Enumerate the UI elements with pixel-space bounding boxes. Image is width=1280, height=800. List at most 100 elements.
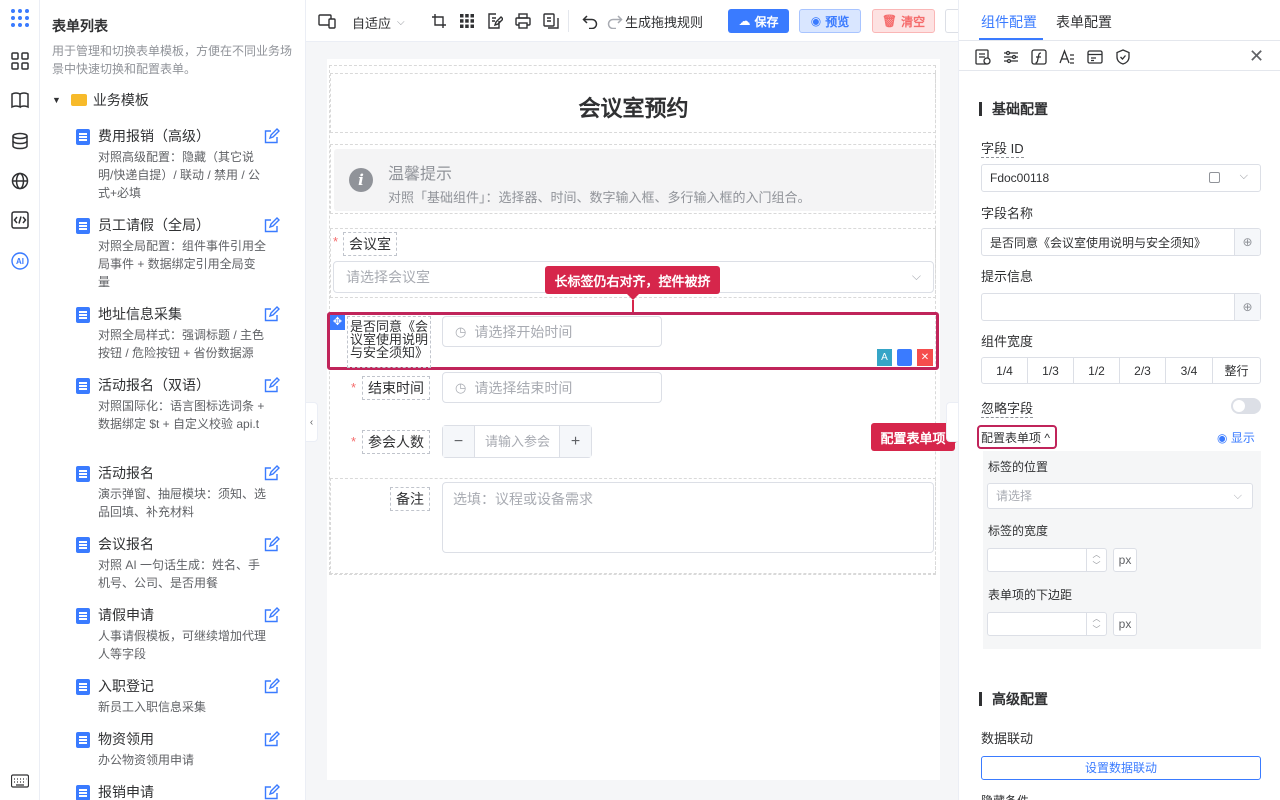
collapse-right-panel-button[interactable] — [946, 402, 958, 442]
function-icon[interactable] — [1031, 49, 1047, 65]
copy-icon[interactable] — [1209, 172, 1220, 183]
label-position-select[interactable]: 请选择 ⌵ — [987, 483, 1253, 509]
required-mark: * — [351, 380, 357, 395]
label-width-input[interactable]: ︿ ﹀ — [987, 548, 1107, 572]
edit-icon[interactable] — [264, 784, 280, 800]
undo-icon[interactable] — [581, 12, 599, 30]
template-item[interactable]: 报销申请 — [76, 782, 304, 800]
edit-icon[interactable] — [264, 306, 280, 322]
callout-line — [632, 300, 634, 312]
crop-icon[interactable] — [430, 12, 448, 30]
drag-move-icon[interactable]: ✥ — [330, 315, 345, 330]
components-icon[interactable] — [10, 51, 30, 71]
database-icon[interactable] — [10, 131, 30, 151]
form-item-toggle[interactable]: 配置表单项 ^ — [981, 429, 1050, 446]
trash-icon: 🗑 — [881, 14, 898, 28]
template-item[interactable]: 活动报名 演示弹窗、抽屉模块：须知、选品回填、补充材料 — [76, 463, 304, 523]
template-item[interactable]: 活动报名（双语） 对照国际化：语言图标选词条 + 数据绑定 $t + 自定义校验… — [76, 375, 304, 451]
more-button[interactable] — [945, 9, 958, 33]
count-placeholder: 请输入参会 — [485, 434, 551, 449]
template-item[interactable]: 地址信息采集 对照全局样式：强调标题 / 主色按钮 / 危险按钮 + 省份数据源 — [76, 304, 304, 364]
edit-icon[interactable] — [264, 536, 280, 552]
count-stepper[interactable]: − 请输入参会 + — [442, 425, 592, 458]
keyboard-icon[interactable] — [10, 771, 30, 791]
bottom-margin-unit: px — [1113, 612, 1137, 636]
width-option[interactable]: 1/3 — [1027, 357, 1074, 384]
preview-button[interactable]: ◉ 预览 — [799, 9, 861, 33]
json-icon[interactable] — [542, 12, 560, 30]
collapse-left-panel-button[interactable]: ‹ — [306, 402, 318, 442]
remark-textarea[interactable]: 选填：议程或设备需求 — [442, 482, 934, 553]
globe-icon[interactable] — [10, 171, 30, 191]
start-time-picker[interactable]: ◷ 请选择开始时间 — [442, 316, 662, 347]
template-item[interactable]: 费用报销（高级） 对照高级配置：隐藏（其它说明/快递自提）/ 联动 / 禁用 /… — [76, 126, 304, 202]
ignore-field-toggle[interactable] — [1231, 398, 1261, 414]
device-icon[interactable] — [318, 12, 336, 30]
chevron-down-icon: ⌵ — [911, 269, 921, 283]
generate-rules-button[interactable]: 生成拖拽规则 — [625, 12, 703, 31]
globe-icon[interactable]: ⊕ — [1234, 229, 1260, 255]
template-desc: 办公物资领用申请 — [98, 753, 195, 767]
clear-button[interactable]: 🗑 清空 — [872, 9, 935, 33]
spinner-icon[interactable]: ︿ ﹀ — [1086, 549, 1106, 571]
edit-icon[interactable] — [264, 128, 280, 144]
template-item[interactable]: 请假申请 人事请假模板，可继续增加代理人等字段 — [76, 605, 304, 665]
document-icon — [76, 307, 90, 323]
panel-description: 用于管理和切换表单模板，方便在不同业务场景中快速切换和配置表单。 — [52, 44, 293, 76]
tab-form-config[interactable]: 表单配置 — [1056, 12, 1112, 32]
increase-button[interactable]: + — [559, 426, 591, 457]
template-name: 活动报名 — [98, 465, 154, 481]
sliders-icon[interactable] — [1003, 49, 1019, 65]
tip-info-input[interactable]: ⊕ — [981, 293, 1261, 321]
show-toggle[interactable]: ◉ 显示 — [1217, 429, 1255, 446]
end-time-picker[interactable]: ◷ 请选择结束时间 — [442, 372, 662, 403]
grid-icon[interactable] — [458, 12, 476, 30]
print-icon[interactable] — [514, 12, 532, 30]
redo-icon[interactable] — [606, 12, 624, 30]
decrease-button[interactable]: − — [443, 426, 475, 457]
edit-icon[interactable] — [264, 678, 280, 694]
bottom-margin-input[interactable]: ︿ ﹀ — [987, 612, 1107, 636]
panel-title: 表单列表 — [52, 18, 108, 34]
delete-icon[interactable]: ✕ — [917, 349, 933, 366]
document-icon — [76, 466, 90, 482]
width-option[interactable]: 1/4 — [981, 357, 1028, 384]
field-name-input[interactable]: 是否同意《会议室使用说明与安全须知》 ⊕ — [981, 228, 1261, 256]
close-icon[interactable]: ✕ — [1249, 46, 1264, 67]
spinner-icon[interactable]: ︿ ﹀ — [1086, 613, 1106, 635]
app-grid-icon[interactable] — [10, 8, 30, 28]
width-option[interactable]: 1/2 — [1073, 357, 1120, 384]
template-item[interactable]: 入职登记 新员工入职信息采集 — [76, 676, 304, 718]
ai-field-icon[interactable]: A — [877, 349, 892, 366]
width-option[interactable]: 整行 — [1212, 357, 1261, 384]
edit-icon[interactable] — [264, 465, 280, 481]
edit-icon[interactable] — [264, 217, 280, 233]
shield-icon[interactable] — [1115, 49, 1131, 65]
edit-icon[interactable] — [264, 731, 280, 747]
edit-doc-icon[interactable] — [486, 12, 504, 30]
template-item[interactable]: 员工请假（全局） 对照全局配置：组件事件引用全局事件 + 数据绑定引用全局变量 — [76, 215, 304, 291]
set-data-linkage-button[interactable]: 设置数据联动 — [981, 756, 1261, 780]
globe-icon[interactable]: ⊕ — [1234, 294, 1260, 320]
form-props-icon[interactable] — [975, 49, 991, 65]
eye-icon: ◉ — [1217, 431, 1228, 445]
edit-icon[interactable] — [264, 607, 280, 623]
toolbar-divider — [568, 10, 569, 32]
layout-select[interactable]: 自适应 ⌵ — [352, 13, 405, 32]
edit-icon[interactable] — [264, 377, 280, 393]
template-item[interactable]: 物资领用 办公物资领用申请 — [76, 729, 304, 771]
width-option[interactable]: 3/4 — [1165, 357, 1213, 384]
window-icon[interactable] — [1087, 49, 1103, 65]
template-item[interactable]: 会议报名 对照 AI 一句话生成：姓名、手机号、公司、是否用餐 — [76, 534, 304, 594]
save-button[interactable]: ☁ 保存 — [728, 9, 789, 33]
width-option[interactable]: 2/3 — [1119, 357, 1166, 384]
tip-info-label: 提示信息 — [981, 269, 1034, 284]
field-id-input[interactable]: Fdoc00118 ⌵ — [981, 164, 1261, 192]
ai-icon[interactable]: AI — [10, 251, 30, 271]
text-style-icon[interactable] — [1059, 49, 1075, 65]
folder-business-templates[interactable]: ▼ 业务模板 — [52, 90, 149, 110]
code-icon[interactable] — [10, 210, 30, 230]
tab-component-config[interactable]: 组件配置 — [981, 12, 1037, 32]
book-icon[interactable] — [10, 90, 30, 110]
copy-icon[interactable] — [897, 349, 912, 366]
